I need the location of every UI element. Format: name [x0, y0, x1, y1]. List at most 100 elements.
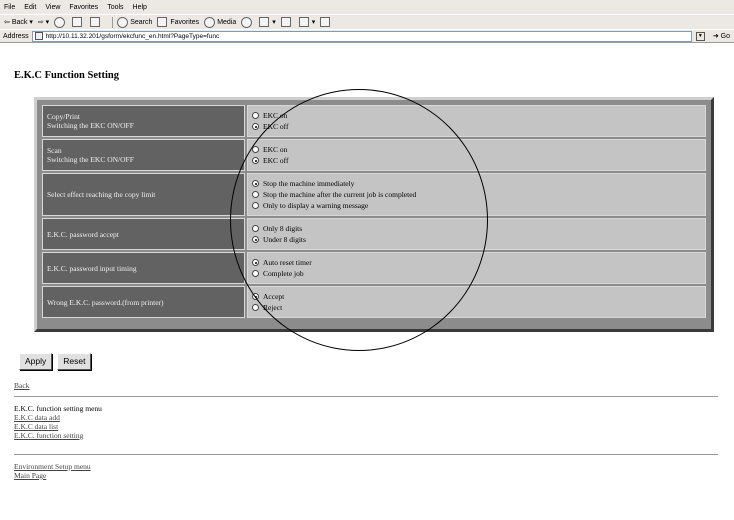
setting-label-line: Wrong E.K.C. password.(from printer): [47, 297, 164, 307]
ekc-data-list-link[interactable]: E.K.C data list: [14, 422, 58, 431]
radio-option[interactable]: Stop the machine immediately: [252, 178, 701, 189]
address-url: http://10.11.32.201/gsform/ekcfunc_en.ht…: [45, 32, 220, 40]
setting-row: Copy/Print Switching the EKC ON/OFF EKC on…: [42, 105, 706, 137]
setting-label: Select effect reaching the copy limit: [42, 173, 245, 216]
radio-option-label: Accept: [263, 292, 285, 301]
radio-option[interactable]: Stop the machine after the current job i…: [252, 189, 701, 200]
history-button[interactable]: [241, 16, 254, 28]
radio-unchecked-icon[interactable]: [252, 202, 259, 209]
stop-button[interactable]: [54, 16, 67, 28]
forward-button[interactable]: ⇨ ▾: [38, 18, 49, 26]
setting-label-line: Copy/Print: [47, 112, 80, 121]
print-button[interactable]: [280, 17, 294, 27]
radio-option-label: EKC on: [263, 111, 288, 120]
home-button[interactable]: [90, 17, 103, 27]
menu-edit[interactable]: Edit: [24, 4, 36, 11]
menu-tools[interactable]: Tools: [107, 4, 123, 11]
radio-unchecked-icon[interactable]: [252, 191, 259, 198]
ekc-data-add-link[interactable]: E.K.C data add: [14, 413, 60, 422]
radio-checked-icon[interactable]: [252, 236, 259, 243]
radio-option-label: Reject: [263, 303, 283, 312]
browser-toolbar: ⇦ Back ▾ ⇨ ▾ Search Favorites Media ▾ ▾: [0, 14, 734, 29]
favorites-button-label: Favorites: [170, 18, 200, 26]
setting-label: Copy/Print Switching the EKC ON/OFF: [42, 105, 245, 137]
edit-button[interactable]: ▾: [298, 17, 315, 27]
menu-file[interactable]: File: [4, 4, 15, 11]
page-title: E.K.C Function Setting: [14, 70, 120, 81]
setting-label: E.K.C. password accept: [42, 218, 245, 250]
radio-checked-icon[interactable]: [252, 123, 259, 130]
setting-label-line: E.K.C. password input timing: [47, 263, 137, 273]
search-button-label: Search: [130, 18, 153, 26]
setting-row: Wrong E.K.C. password.(from printer) Acce…: [42, 286, 706, 318]
stop-icon: [54, 16, 66, 28]
settings-table: Copy/Print Switching the EKC ON/OFF EKC on…: [40, 103, 708, 320]
back-button[interactable]: ⇦ Back ▾: [4, 18, 33, 27]
radio-unchecked-icon[interactable]: [252, 112, 259, 119]
media-button[interactable]: Media: [204, 16, 236, 28]
radio-option[interactable]: Under 8 digits: [252, 234, 701, 245]
refresh-icon: [72, 17, 83, 27]
radio-option[interactable]: EKC off: [252, 155, 701, 166]
radio-checked-icon[interactable]: [252, 180, 259, 187]
divider: [14, 396, 718, 397]
discuss-icon: [320, 17, 331, 27]
address-input[interactable]: http://10.11.32.201/gsform/ekcfunc_en.ht…: [31, 30, 692, 42]
footer-links: Environment Setup menu Main Page: [14, 462, 91, 480]
back-button-label: Back: [11, 18, 28, 26]
menu-favorites[interactable]: Favorites: [69, 4, 98, 11]
radio-option[interactable]: Auto reset timer: [252, 257, 701, 268]
go-button-label: Go: [720, 33, 730, 40]
form-buttons: Apply Reset: [19, 353, 94, 370]
radio-option[interactable]: EKC on: [252, 110, 701, 121]
browser-menubar: File Edit View Favorites Tools Help: [0, 0, 734, 14]
address-bar: Address http://10.11.32.201/gsform/ekcfu…: [0, 29, 734, 42]
radio-option[interactable]: EKC on: [252, 144, 701, 155]
setting-label: Wrong E.K.C. password.(from printer): [42, 286, 245, 318]
radio-option[interactable]: Reject: [252, 302, 701, 313]
radio-option[interactable]: Only 8 digits: [252, 223, 701, 234]
radio-unchecked-icon[interactable]: [252, 304, 259, 311]
address-label: Address: [3, 32, 29, 40]
environment-setup-link[interactable]: Environment Setup menu: [14, 462, 91, 471]
settings-panel: Copy/Print Switching the EKC ON/OFF EKC on…: [34, 97, 714, 332]
mail-button[interactable]: ▾: [259, 17, 276, 27]
radio-checked-icon[interactable]: [252, 293, 259, 300]
radio-option[interactable]: EKC off: [252, 121, 701, 132]
main-page-link[interactable]: Main Page: [14, 471, 46, 480]
setting-options: EKC on EKC off: [247, 139, 706, 171]
ekc-function-setting-link[interactable]: E.K.C. function setting: [14, 431, 83, 440]
setting-row: E.K.C. password accept Only 8 digits Under…: [42, 218, 706, 250]
radio-unchecked-icon[interactable]: [252, 270, 259, 277]
edit-icon: [298, 17, 309, 27]
toolbar-separator: [112, 16, 114, 28]
forward-arrow-icon: ⇨: [37, 19, 44, 26]
radio-unchecked-icon[interactable]: [252, 146, 259, 153]
favorites-button[interactable]: Favorites: [157, 17, 199, 27]
setting-label: E.K.C. password input timing: [42, 252, 245, 284]
apply-button[interactable]: Apply: [19, 353, 53, 370]
back-link[interactable]: Back: [14, 381, 29, 390]
radio-option[interactable]: Only to display a warning message: [252, 200, 701, 211]
refresh-button[interactable]: [72, 17, 85, 27]
radio-option[interactable]: Complete job: [252, 268, 701, 279]
radio-checked-icon[interactable]: [252, 259, 259, 266]
radio-option-label: EKC off: [263, 122, 289, 131]
search-button[interactable]: Search: [117, 16, 153, 28]
menu-help[interactable]: Help: [133, 4, 147, 11]
go-button[interactable]: ➜ Go: [713, 32, 730, 40]
radio-option-label: EKC on: [263, 145, 288, 154]
setting-label-line: Switching the EKC ON/OFF: [47, 155, 134, 164]
address-dropdown-icon[interactable]: ▼: [695, 31, 705, 41]
back-arrow-icon: ⇦: [4, 19, 10, 26]
radio-option[interactable]: Accept: [252, 291, 701, 302]
reset-button[interactable]: Reset: [57, 353, 92, 370]
discuss-button[interactable]: [320, 17, 333, 27]
search-icon: [117, 16, 129, 28]
radio-unchecked-icon[interactable]: [252, 225, 259, 232]
ekc-menu: E.K.C. function setting menu E.K.C data …: [14, 404, 102, 440]
page-icon: [34, 32, 43, 40]
menu-view[interactable]: View: [45, 4, 60, 11]
browser-chrome: File Edit View Favorites Tools Help ⇦ Ba…: [0, 0, 734, 43]
radio-checked-icon[interactable]: [252, 157, 259, 164]
